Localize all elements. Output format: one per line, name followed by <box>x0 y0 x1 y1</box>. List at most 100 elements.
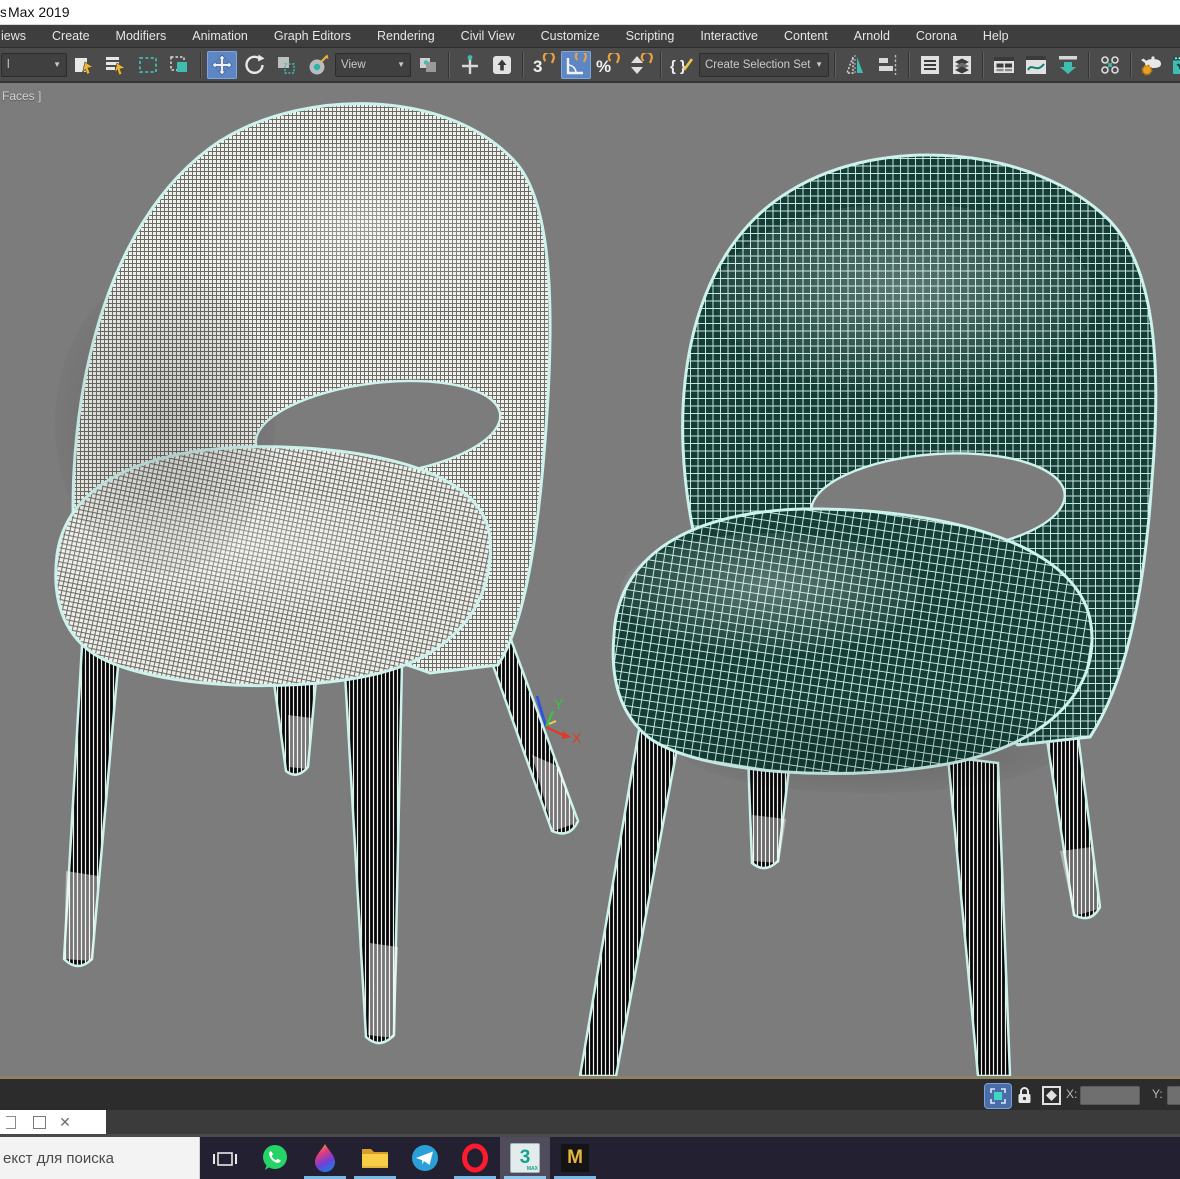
opera-icon <box>460 1143 490 1173</box>
spinner-snap-icon <box>627 53 653 77</box>
ribbon-button[interactable] <box>989 51 1019 79</box>
menu-interactive[interactable]: Interactive <box>687 25 771 47</box>
isolate-selection-toggle[interactable] <box>984 1083 1012 1109</box>
telegram-icon <box>410 1143 440 1173</box>
overlay-window-titlebar: ✕ <box>0 1110 106 1134</box>
keyboard-override-button[interactable] <box>487 51 517 79</box>
pivot-center-icon <box>416 53 440 77</box>
menu-modifiers[interactable]: Modifiers <box>103 25 180 47</box>
crossing-selection-button[interactable] <box>165 51 195 79</box>
scene-explorer-button[interactable] <box>915 51 945 79</box>
menu-graph-editors[interactable]: Graph Editors <box>261 25 364 47</box>
window-title: Max 2019 <box>8 4 69 20</box>
scale-tool-button[interactable] <box>271 51 301 79</box>
seat-highlight <box>620 533 920 653</box>
snap-3d-icon: 3 <box>531 53 557 77</box>
select-and-place-button[interactable] <box>303 51 333 79</box>
menu-customize[interactable]: Customize <box>528 25 613 47</box>
select-by-name-button[interactable] <box>101 51 131 79</box>
align-button[interactable] <box>873 51 903 79</box>
select-object-icon <box>72 53 96 77</box>
menu-create[interactable]: Create <box>39 25 103 47</box>
mirror-icon <box>844 53 868 77</box>
move-tool-button[interactable] <box>207 51 237 79</box>
percent-snap-icon: % <box>595 53 621 77</box>
curve-editor-icon <box>1024 53 1048 77</box>
scene-explorer-icon <box>918 53 942 77</box>
y-coordinate-label: Y: <box>1152 1087 1163 1101</box>
named-selection-set-dropdown[interactable]: Create Selection Set ▼ <box>699 53 829 77</box>
rendered-frame-window-button[interactable] <box>1169 51 1180 79</box>
rectangular-selection-button[interactable] <box>133 51 163 79</box>
status-bar: X: Y: <box>0 1079 1180 1110</box>
restore-icon[interactable] <box>0 1111 26 1133</box>
select-and-manipulate-button[interactable] <box>455 51 485 79</box>
maximize-icon <box>33 1116 46 1129</box>
backrest-highlight <box>200 143 520 323</box>
material-editor-button[interactable] <box>1095 51 1125 79</box>
leg-cap <box>64 871 98 961</box>
menu-animation[interactable]: Animation <box>179 25 261 47</box>
window-titlebar: s Max 2019 <box>0 0 1180 25</box>
curve-editor-button[interactable] <box>1021 51 1051 79</box>
absolute-mode-toggle[interactable] <box>1040 1083 1062 1107</box>
toolbar-separator <box>1130 52 1132 78</box>
schematic-view-button[interactable] <box>1053 51 1083 79</box>
edit-selection-sets-button[interactable]: { } <box>667 51 697 79</box>
whatsapp-icon <box>260 1143 290 1173</box>
selection-filter-value: l <box>7 59 10 71</box>
task-view-icon <box>212 1145 238 1171</box>
maximize-button[interactable] <box>26 1111 52 1133</box>
menu-scripting[interactable]: Scripting <box>613 25 688 47</box>
lock-icon <box>1017 1086 1032 1105</box>
m-letter-icon: M <box>561 1144 589 1172</box>
selection-filter-dropdown[interactable]: l ▼ <box>1 53 67 77</box>
chevron-down-icon: ▼ <box>397 60 405 69</box>
select-object-button[interactable] <box>69 51 99 79</box>
reference-coordinate-dropdown[interactable]: View ▼ <box>335 53 411 77</box>
selection-lock-toggle[interactable] <box>1016 1083 1032 1107</box>
select-place-icon <box>306 53 330 77</box>
rotate-tool-button[interactable] <box>239 51 269 79</box>
use-pivot-center-button[interactable] <box>413 51 443 79</box>
crossing-selection-icon <box>168 53 192 77</box>
angle-snap-icon <box>563 53 589 77</box>
x-coordinate-label: X: <box>1066 1087 1077 1101</box>
menu-views[interactable]: iews <box>0 25 39 47</box>
viewport-canvas[interactable]: Y X <box>0 83 1180 1076</box>
render-setup-button[interactable] <box>1137 51 1167 79</box>
layer-explorer-button[interactable] <box>947 51 977 79</box>
spinner-snap-button[interactable] <box>625 51 655 79</box>
prompt-bar: ✕ <box>0 1110 1180 1134</box>
menu-corona[interactable]: Corona <box>903 25 970 47</box>
toolbar-separator <box>834 52 836 78</box>
viewport-perspective[interactable]: Y X Faces ] <box>0 83 1180 1079</box>
paint-3d-icon <box>311 1143 339 1173</box>
menu-help[interactable]: Help <box>970 25 1022 47</box>
isolate-selection-icon <box>988 1086 1008 1106</box>
material-editor-icon <box>1098 53 1122 77</box>
menu-bar: iews Create Modifiers Animation Graph Ed… <box>0 25 1180 48</box>
reference-coordinate-value: View <box>341 59 366 71</box>
schematic-view-icon <box>1056 53 1080 77</box>
layer-explorer-icon <box>950 53 974 77</box>
menu-content[interactable]: Content <box>771 25 841 47</box>
toolbar-separator <box>522 52 524 78</box>
rotate-icon <box>242 53 266 77</box>
gizmo-x-label: X <box>572 730 582 746</box>
viewport-statistics-label: Faces ] <box>2 89 41 103</box>
mirror-button[interactable] <box>841 51 871 79</box>
menu-rendering[interactable]: Rendering <box>364 25 448 47</box>
menu-civil-view[interactable]: Civil View <box>448 25 528 47</box>
x-coordinate-input[interactable] <box>1080 1086 1140 1105</box>
3ds-max-icon: 3 MAX <box>510 1143 540 1173</box>
absolute-mode-icon <box>1042 1086 1061 1105</box>
backrest-shadow <box>55 273 275 573</box>
menu-arnold[interactable]: Arnold <box>841 25 903 47</box>
main-toolbar: l ▼ <box>0 48 1180 83</box>
close-button[interactable]: ✕ <box>52 1111 78 1133</box>
angle-snap-button[interactable] <box>561 51 591 79</box>
snap-toggle-3d-button[interactable]: 3 <box>529 51 559 79</box>
y-coordinate-input[interactable] <box>1167 1086 1180 1105</box>
percent-snap-button[interactable]: % <box>593 51 623 79</box>
